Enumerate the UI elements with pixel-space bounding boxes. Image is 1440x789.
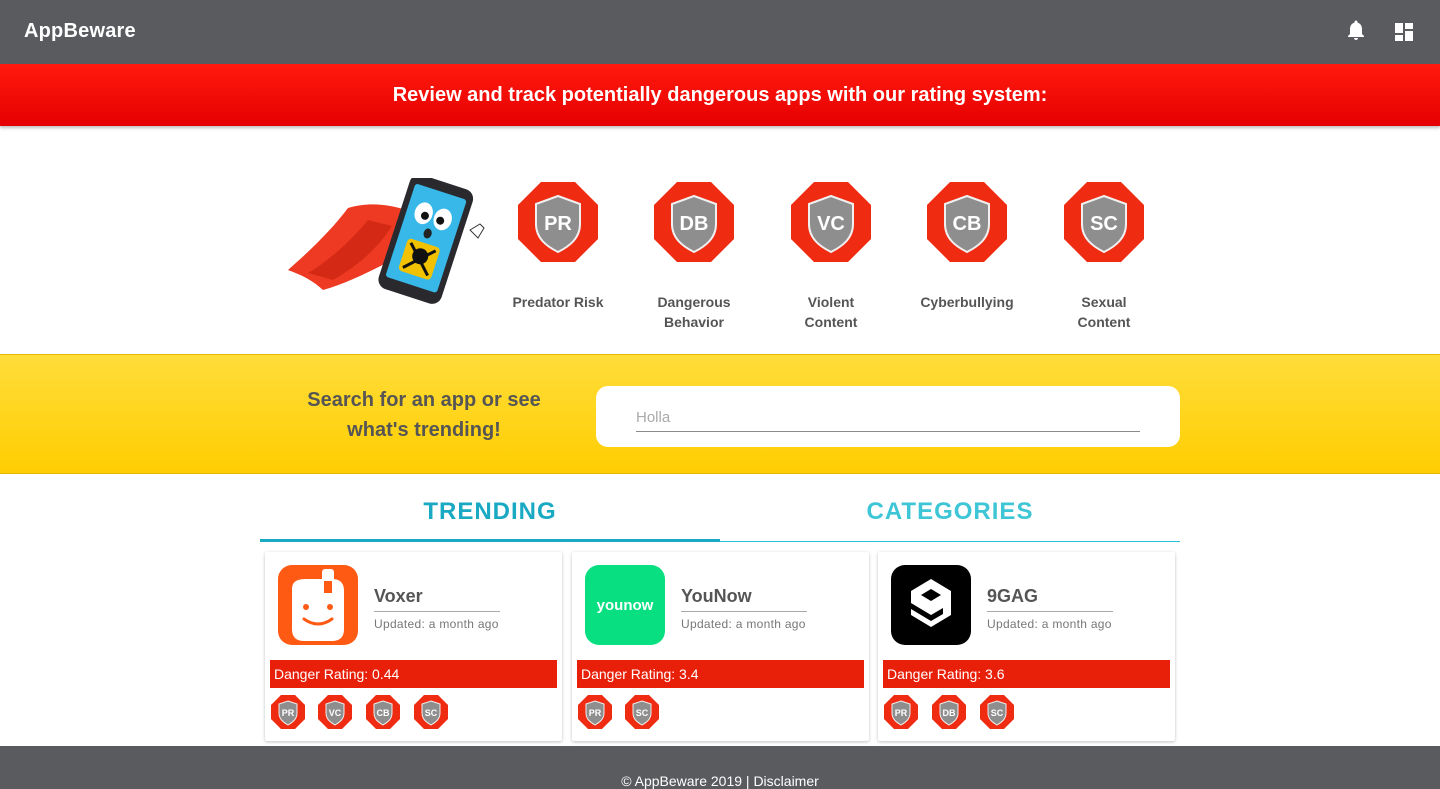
pr-mini-badge-icon: PR (884, 695, 918, 729)
violent-content-badge-icon: VC (791, 182, 871, 262)
rating-system-banner: Review and track potentially dangerous a… (0, 64, 1440, 126)
badge-cyberbullying: CB Cyberbullying (899, 180, 1035, 312)
badge-violent-content: VC Violent Content (763, 180, 899, 332)
svg-text:SC: SC (991, 708, 1004, 718)
app-updated: Updated: a month ago (987, 617, 1112, 631)
9gag-app-icon (891, 565, 971, 645)
badge-label: Violent Content (804, 294, 858, 330)
footer-text[interactable]: © AppBeware 2019 | Disclaimer (0, 773, 1440, 789)
search-section: Search for an app or see what's trending… (0, 354, 1440, 474)
sc-mini-badge-icon: SC (625, 695, 659, 729)
svg-text:DB: DB (680, 213, 709, 235)
tab-label: TRENDING (423, 498, 557, 525)
danger-rating-bar: Danger Rating: 3.6 (883, 660, 1170, 688)
badge-label: Cyberbullying (920, 294, 1014, 310)
tab-label: CATEGORIES (866, 498, 1034, 525)
svg-text:SC: SC (636, 708, 649, 718)
dangerous-behavior-badge-icon: DB (654, 182, 734, 262)
svg-text:SC: SC (1090, 213, 1118, 235)
app-updated: Updated: a month ago (681, 617, 806, 631)
dashboard-icon[interactable] (1392, 20, 1416, 44)
tab-categories[interactable]: CATEGORIES (720, 480, 1180, 542)
younow-app-icon: younow (585, 565, 665, 645)
db-mini-badge-icon: DB (932, 695, 966, 729)
app-card-younow[interactable]: younow YouNow Updated: a month ago Dange… (572, 552, 869, 741)
superhero-phone-mascot (288, 178, 485, 304)
svg-text:CB: CB (377, 708, 390, 718)
sc-mini-badge-icon: SC (980, 695, 1014, 729)
banner-text: Review and track potentially dangerous a… (392, 84, 1048, 106)
badge-label: Predator Risk (512, 294, 604, 310)
danger-rating-bar: Danger Rating: 3.4 (577, 660, 864, 688)
svg-text:SC: SC (425, 708, 438, 718)
sexual-content-badge-icon: SC (1064, 182, 1144, 262)
badge-dangerous-behavior: DB Dangerous Behavior (626, 180, 762, 332)
app-title[interactable]: AppBeware (24, 20, 136, 43)
top-app-bar: AppBeware (0, 0, 1440, 64)
danger-rating-bar: Danger Rating: 0.44 (270, 660, 557, 688)
tab-trending[interactable]: TRENDING (260, 480, 720, 542)
cb-mini-badge-icon: CB (366, 695, 400, 729)
app-name[interactable]: 9GAG (987, 586, 1113, 612)
app-card-voxer[interactable]: Voxer Updated: a month ago Danger Rating… (265, 552, 562, 741)
badge-predator-risk: PR Predator Risk (490, 180, 626, 312)
pr-mini-badge-icon: PR (271, 695, 305, 729)
tab-bar: TRENDING CATEGORIES (260, 480, 1180, 542)
cyberbullying-badge-icon: CB (927, 182, 1007, 262)
badge-sexual-content: SC Sexual Content (1036, 180, 1172, 332)
svg-text:younow: younow (597, 597, 654, 614)
pr-mini-badge-icon: PR (578, 695, 612, 729)
search-prompt: Search for an app or see what's trending… (307, 389, 541, 441)
bell-icon[interactable] (1344, 18, 1368, 42)
badge-label: Dangerous Behavior (657, 294, 731, 330)
search-box (596, 386, 1180, 447)
svg-text:PR: PR (895, 708, 908, 718)
voxer-app-icon (278, 565, 358, 645)
svg-text:VC: VC (817, 213, 845, 235)
badge-label: Sexual Content (1077, 294, 1131, 330)
svg-text:PR: PR (589, 708, 602, 718)
svg-text:CB: CB (953, 213, 982, 235)
app-updated: Updated: a month ago (374, 617, 499, 631)
app-name[interactable]: YouNow (681, 586, 807, 612)
svg-text:PR: PR (282, 708, 295, 718)
sc-mini-badge-icon: SC (414, 695, 448, 729)
vc-mini-badge-icon: VC (318, 695, 352, 729)
app-name[interactable]: Voxer (374, 586, 500, 612)
svg-text:VC: VC (329, 708, 342, 718)
svg-text:PR: PR (544, 213, 572, 235)
predator-risk-badge-icon: PR (518, 182, 598, 262)
svg-text:DB: DB (943, 708, 956, 718)
app-card-9gag[interactable]: 9GAG Updated: a month ago Danger Rating:… (878, 552, 1175, 741)
search-input[interactable] (636, 404, 1140, 432)
footer: © AppBeware 2019 | Disclaimer (0, 746, 1440, 789)
